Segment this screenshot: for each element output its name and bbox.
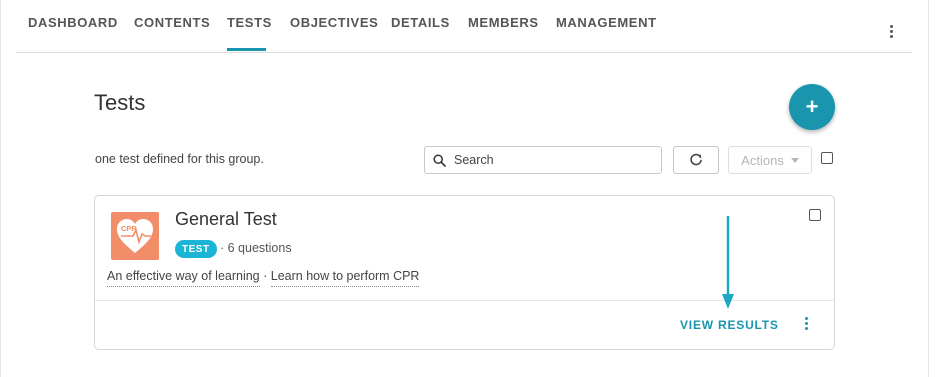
- add-test-button[interactable]: +: [789, 84, 835, 130]
- search-box[interactable]: [424, 146, 662, 174]
- test-title[interactable]: General Test: [175, 209, 277, 230]
- tab-management[interactable]: MANAGEMENT: [556, 15, 657, 30]
- more-options-icon[interactable]: [885, 22, 899, 42]
- search-icon: [433, 153, 446, 167]
- page-title: Tests: [94, 90, 146, 115]
- tag-separator: ·: [263, 269, 268, 283]
- test-select-checkbox[interactable]: [809, 209, 821, 221]
- tab-members[interactable]: MEMBERS: [468, 15, 539, 30]
- actions-dropdown[interactable]: Actions: [728, 146, 812, 174]
- active-tab-indicator: [227, 48, 266, 51]
- annotation-arrow-icon: [722, 216, 734, 309]
- tab-tests[interactable]: TESTS: [227, 15, 272, 30]
- cpr-heart-icon: CPR: [111, 212, 159, 260]
- plus-icon: +: [805, 94, 819, 119]
- objective-link[interactable]: Learn how to perform CPR: [270, 269, 420, 287]
- view-results-button[interactable]: VIEW RESULTS: [680, 318, 779, 332]
- category-link[interactable]: An effective way of learning: [107, 269, 260, 287]
- cpr-icon-label: CPR: [121, 224, 137, 233]
- tab-dashboard[interactable]: DASHBOARD: [28, 15, 118, 30]
- select-all-checkbox[interactable]: [821, 152, 833, 164]
- caret-down-icon: [790, 157, 799, 163]
- test-type-badge: TEST: [175, 240, 217, 258]
- tab-contents[interactable]: CONTENTS: [134, 15, 210, 30]
- tab-details[interactable]: DETAILS: [391, 15, 450, 30]
- refresh-icon: [690, 153, 702, 166]
- question-count: · 6 questions: [220, 241, 292, 255]
- heart-icon: CPR: [117, 219, 153, 253]
- test-count-text: one test defined for this group.: [95, 152, 264, 166]
- actions-label: Actions: [741, 152, 784, 168]
- search-input[interactable]: [452, 152, 656, 168]
- tab-objectives[interactable]: OBJECTIVES: [290, 15, 378, 30]
- refresh-button[interactable]: [673, 146, 719, 174]
- test-tags: An effective way of learning · Learn how…: [107, 269, 420, 287]
- top-nav: DASHBOARD CONTENTS TESTS OBJECTIVES DETA…: [16, 0, 912, 53]
- test-more-options-icon[interactable]: [800, 314, 814, 334]
